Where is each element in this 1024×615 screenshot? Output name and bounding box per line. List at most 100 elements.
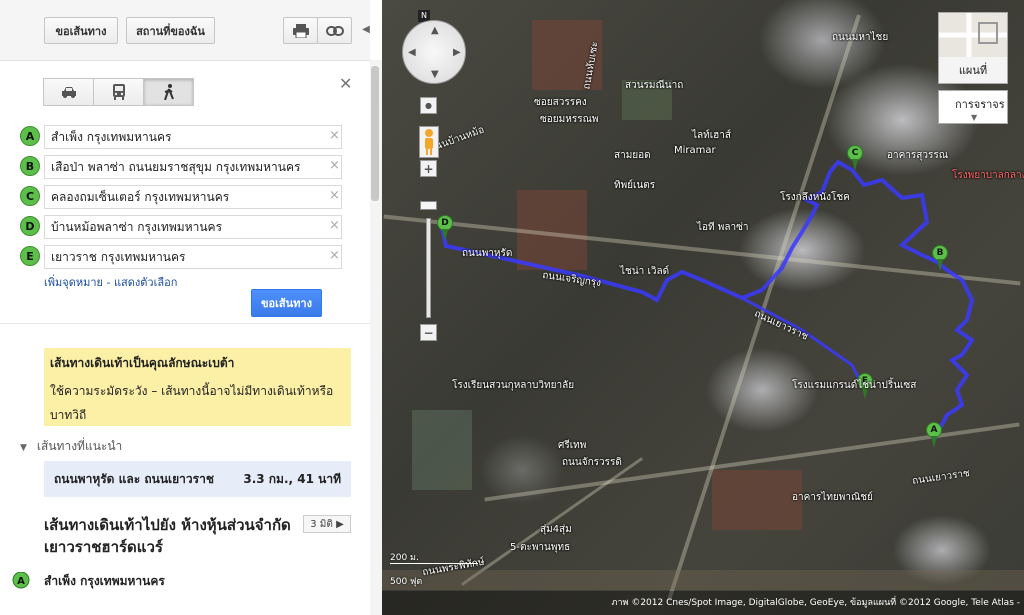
three-d-button[interactable]: 3 มิติ ▶	[303, 515, 351, 533]
waypoint-marker-d: D	[20, 216, 40, 236]
get-directions-button[interactable]: ขอเส้นทาง	[251, 289, 322, 317]
waypoint-a-input[interactable]	[44, 125, 342, 149]
remove-waypoint-b-icon[interactable]: ×	[329, 158, 340, 173]
my-places-button[interactable]: สถานที่ของฉัน	[126, 17, 215, 44]
three-d-label: 3 มิติ	[310, 518, 333, 530]
panel-scrollbar-thumb[interactable]	[371, 66, 379, 201]
map-marker-b-tail	[937, 259, 943, 271]
remove-waypoint-e-icon[interactable]: ×	[329, 248, 340, 263]
pan-left-icon[interactable]: ◀	[408, 47, 416, 58]
zoom-slider-handle[interactable]	[420, 201, 437, 210]
map-marker-c-tail	[852, 159, 858, 171]
street-view-pegman-icon[interactable]	[419, 126, 439, 158]
waypoint-e: E ×	[20, 245, 350, 269]
suggested-routes-heading: เส้นทางที่แนะนำ	[36, 439, 123, 453]
traffic-layer-button[interactable]: การจราจร ▼	[938, 90, 1008, 124]
waypoint-b: B ×	[20, 155, 350, 179]
map-label: อาคารสุวรรณ	[887, 150, 949, 161]
map-label: ถนนจักรวรรดิ	[562, 457, 622, 468]
links-separator: -	[102, 276, 114, 289]
pegman-figure-icon	[425, 129, 433, 155]
start-marker-letter: A	[17, 576, 25, 587]
bus-icon	[112, 84, 125, 100]
waypoint-marker-b: B	[20, 156, 40, 176]
route-name: ถนนพาหุรัด และ ถนนเยาวราช	[54, 471, 214, 486]
map-label: Miramar	[674, 145, 716, 156]
zoom-slider-track[interactable]	[426, 218, 431, 318]
close-directions-icon[interactable]: ✕	[339, 74, 352, 93]
remove-waypoint-a-icon[interactable]: ×	[329, 128, 340, 143]
waypoint-marker-c: C	[20, 186, 40, 206]
add-destination-link[interactable]: เพิ่มจุดหมาย	[44, 276, 103, 289]
walking-route-line	[440, 159, 975, 441]
map-label: สุ่ม4สุ่ม	[540, 524, 572, 535]
remove-waypoint-c-icon[interactable]: ×	[329, 188, 340, 203]
directions-panel: ขอเส้นทาง สถานที่ของฉัน ✕ A สำเพ็ง กรุงเ…	[0, 0, 370, 615]
show-options-link[interactable]: แสดงตัวเลือก	[114, 276, 177, 289]
pan-up-icon[interactable]: ▲	[431, 25, 439, 36]
mode-walk[interactable]	[143, 78, 194, 106]
top-toolbar: ขอเส้นทาง สถานที่ของฉัน	[0, 0, 370, 61]
remove-waypoint-d-icon[interactable]: ×	[329, 218, 340, 233]
waypoint-c: C ×	[20, 185, 350, 209]
collapse-triangle-icon: ▼	[20, 443, 27, 453]
map-marker-c[interactable]: C	[847, 145, 863, 171]
map-label: ถนนพาหุรัด	[462, 248, 513, 259]
map-marker-a[interactable]: A	[926, 422, 942, 448]
link-icon	[325, 25, 344, 36]
map-marker-d[interactable]: D	[437, 215, 453, 241]
map-label: โรงพยาบาลกลาง	[952, 170, 1024, 181]
pan-right-icon[interactable]: ▶	[453, 47, 461, 58]
map-label: โรงแรมแกรนด์ไชน่าปริ้นเซส	[792, 380, 917, 391]
map-label: สวนรมณีนาถ	[625, 80, 684, 91]
map-label: ศรีเทพ	[558, 440, 587, 451]
map-marker-d-tail	[442, 229, 448, 241]
pan-control[interactable]: ▲ ▼ ◀ ▶	[402, 20, 466, 84]
zoom-out-button[interactable]: −	[420, 324, 437, 341]
destination-title: เส้นทางเดินเท้าไปยัง ห้างหุ้นส่วนจำกัด เ…	[44, 516, 291, 556]
collapse-panel-icon[interactable]: ◀	[360, 20, 372, 40]
waypoint-d-input[interactable]	[44, 215, 342, 239]
waypoint-b-input[interactable]	[44, 155, 342, 179]
scale-metric: 200 ม.	[390, 553, 419, 563]
mode-car[interactable]	[43, 78, 94, 106]
walking-beta-warning: เส้นทางเดินเท้าเป็นคุณลักษณะเบต้า ใช้ควา…	[44, 348, 351, 426]
map-label: สามยอด	[614, 150, 651, 161]
map-type-toggle[interactable]: แผนที่	[938, 12, 1008, 84]
suggested-route-item[interactable]: ถนนพาหุรัด และ ถนนเยาวราช 3.3 กม., 41 นา…	[44, 461, 351, 497]
warning-title: เส้นทางเดินเท้าเป็นคุณลักษณะเบต้า	[50, 356, 235, 370]
map-label: โรงกลึงหนังโชค	[780, 192, 850, 203]
zoom-in-button[interactable]: +	[420, 160, 437, 177]
waypoint-e-input[interactable]	[44, 245, 342, 269]
route-overlay	[440, 159, 975, 441]
scale-bar-line	[390, 563, 478, 564]
map-label: ทิพย์เนตร	[614, 180, 656, 191]
satellite-map[interactable]: A B C D E สวนรมณีนาถ ซอยสวรรคง ถนนหับเซะ…	[382, 0, 1024, 615]
route-summary: 3.3 กม., 41 นาที	[243, 471, 341, 486]
travel-mode-selector	[43, 78, 194, 106]
car-icon	[61, 87, 76, 98]
scale-imperial: 500 ฟุต	[390, 577, 423, 587]
suggested-routes-toggle[interactable]: ▼ เส้นทางที่แนะนำ	[20, 437, 122, 456]
waypoint-marker-e: E	[20, 246, 40, 266]
pan-down-icon[interactable]: ▼	[431, 69, 439, 80]
printer-icon	[292, 23, 309, 38]
directions-button[interactable]: ขอเส้นทาง	[44, 17, 118, 44]
waypoint-c-input[interactable]	[44, 185, 342, 209]
start-marker-icon: A	[12, 572, 30, 589]
divider	[0, 323, 370, 324]
map-label: ซอยมหรรณพ	[540, 114, 599, 125]
reset-view-button[interactable]: ●	[420, 97, 437, 114]
map-marker-a-tail	[931, 436, 937, 448]
map-scale: 200 ม. 500 ฟุต	[390, 550, 478, 588]
map-label: ถนนมหาไชย	[832, 32, 889, 43]
waypoint-marker-a: A	[20, 126, 40, 146]
mode-transit[interactable]	[93, 78, 144, 106]
waypoint-d: D ×	[20, 215, 350, 239]
map-label: อาคารไทยพาณิชย์	[792, 492, 873, 503]
map-label: โรงเรียนสวนกุหลาบวิทยาลัย	[452, 380, 575, 391]
map-marker-b[interactable]: B	[932, 245, 948, 271]
link-button[interactable]	[317, 17, 352, 44]
print-button[interactable]	[283, 17, 318, 44]
play-icon: ▶	[336, 518, 344, 530]
